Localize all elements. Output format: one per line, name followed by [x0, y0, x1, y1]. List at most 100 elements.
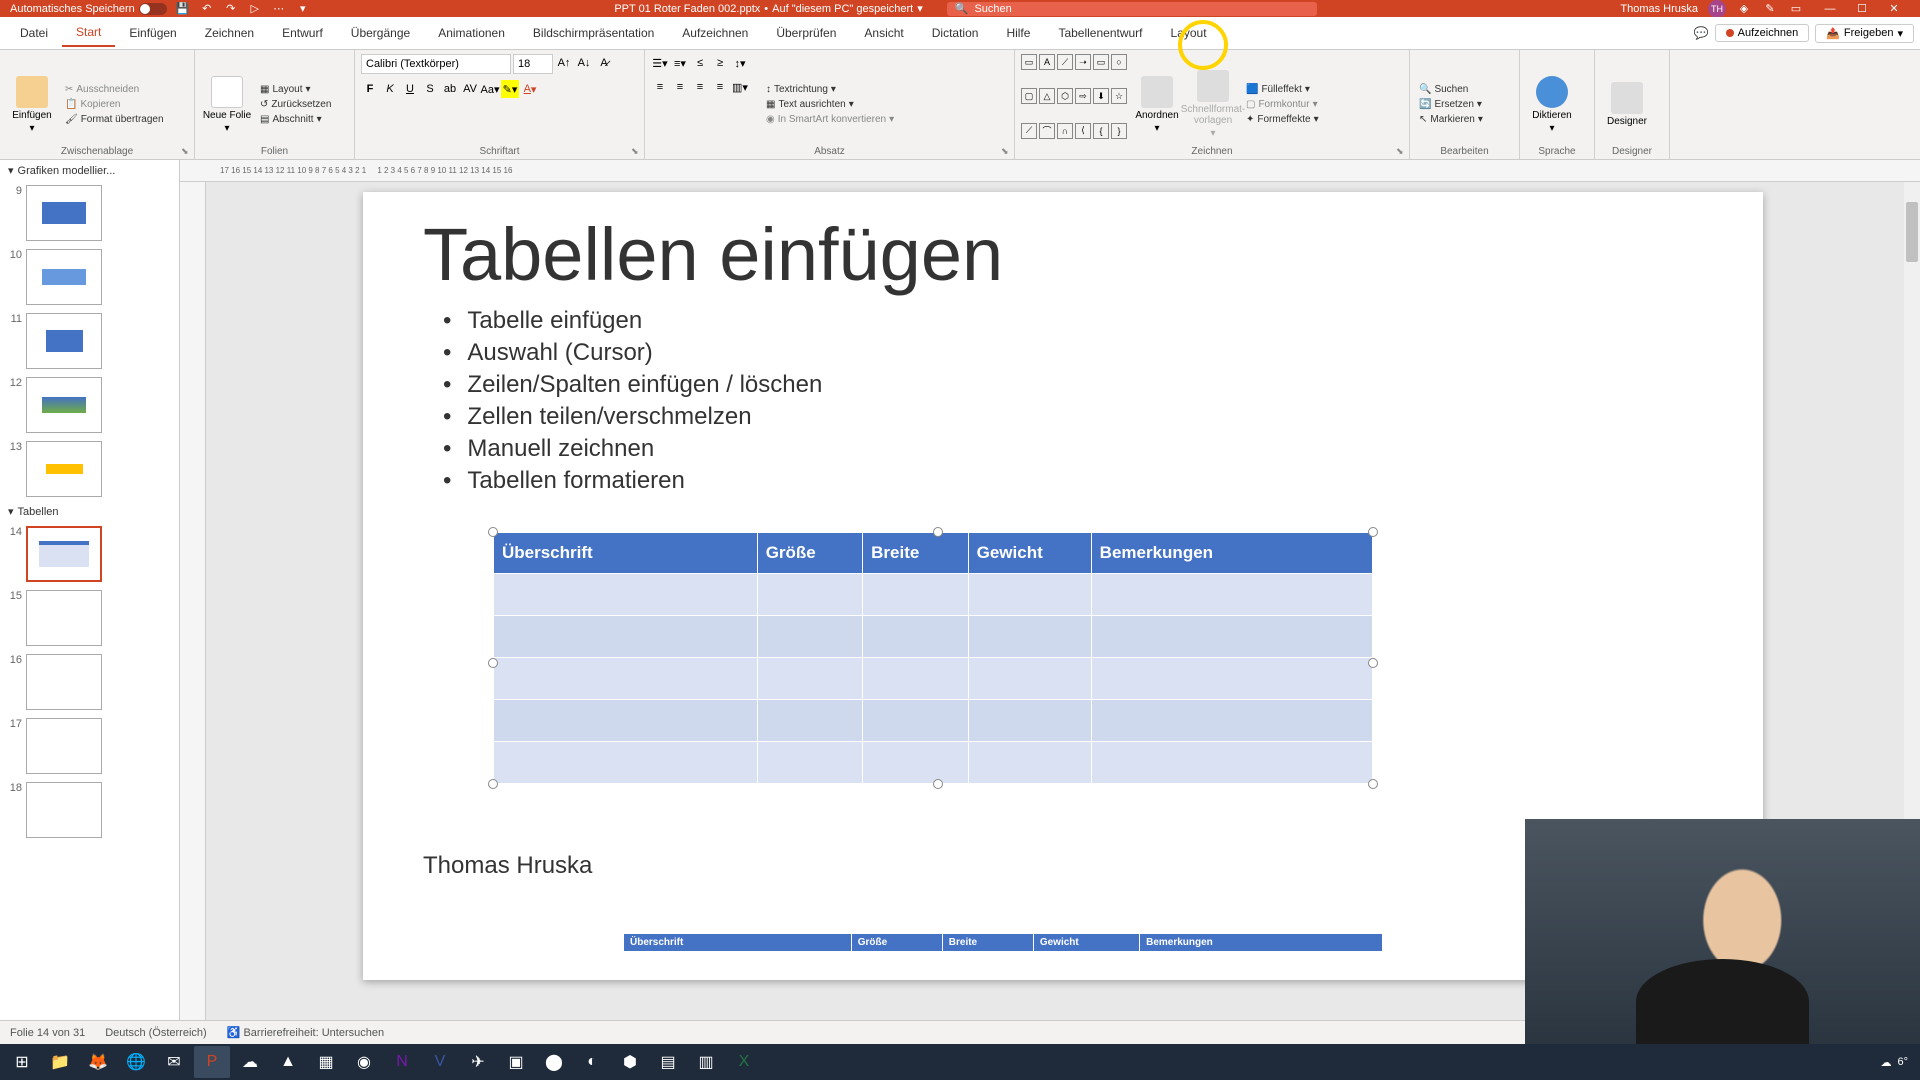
section-tabellen[interactable]: Tabellen: [0, 501, 179, 522]
slide-counter[interactable]: Folie 14 von 31: [10, 1027, 85, 1039]
undo-icon[interactable]: ↶: [199, 1, 215, 17]
qat-customize-icon[interactable]: ▾: [295, 1, 311, 17]
share-button[interactable]: 📤Freigeben▾: [1815, 24, 1914, 43]
visio-icon[interactable]: V: [422, 1046, 458, 1078]
app-icon-4[interactable]: ▣: [498, 1046, 534, 1078]
arrange-button[interactable]: Anordnen▾: [1131, 54, 1183, 155]
numbering-icon[interactable]: ≡▾: [671, 54, 689, 72]
horizontal-ruler[interactable]: 17 16 15 14 13 12 11 10 9 8 7 6 5 4 3 2 …: [180, 160, 1920, 182]
font-size-select[interactable]: [513, 54, 553, 74]
drawing-launcher-icon[interactable]: ⬊: [1396, 146, 1406, 156]
fill-button[interactable]: 🟦 Fülleffekt ▾: [1243, 83, 1322, 96]
copy-button[interactable]: 📋 Kopieren: [62, 98, 167, 111]
app-icon-7[interactable]: ▤: [650, 1046, 686, 1078]
tab-uberprufen[interactable]: Überprüfen: [762, 20, 850, 46]
autosave-toggle[interactable]: Automatisches Speichern: [10, 3, 167, 15]
select-button[interactable]: ↖ Markieren ▾: [1416, 113, 1486, 126]
window-icon[interactable]: ▭: [1788, 1, 1804, 17]
columns-icon[interactable]: ▥▾: [731, 78, 749, 96]
thumb-15[interactable]: [26, 590, 102, 646]
char-spacing-icon[interactable]: AV: [461, 80, 479, 98]
clear-format-icon[interactable]: A̷: [595, 54, 613, 72]
italic-icon[interactable]: K: [381, 80, 399, 98]
vertical-ruler[interactable]: [180, 182, 206, 1020]
user-name[interactable]: Thomas Hruska: [1620, 3, 1698, 15]
accessibility-status[interactable]: ♿ Barrierefreiheit: Untersuchen: [227, 1026, 384, 1039]
text-direction-button[interactable]: ↕ Textrichtung ▾: [763, 83, 897, 96]
replace-button[interactable]: 🔄 Ersetzen ▾: [1416, 98, 1486, 111]
font-color-icon[interactable]: A▾: [521, 80, 539, 98]
tab-ubergange[interactable]: Übergänge: [337, 20, 424, 46]
telegram-icon[interactable]: ✈: [460, 1046, 496, 1078]
app-icon-3[interactable]: ◉: [346, 1046, 382, 1078]
thumb-16[interactable]: [26, 654, 102, 710]
comments-icon[interactable]: 💬: [1694, 26, 1709, 40]
thumb-13[interactable]: [26, 441, 102, 497]
thumb-17[interactable]: [26, 718, 102, 774]
format-painter-button[interactable]: 🖌 Format übertragen: [62, 113, 167, 126]
font-launcher-icon[interactable]: ⬊: [631, 146, 641, 156]
tab-aufzeichnen[interactable]: Aufzeichnen: [668, 20, 762, 46]
tab-entwurf[interactable]: Entwurf: [268, 20, 337, 46]
increase-indent-icon[interactable]: ≥: [711, 54, 729, 72]
align-left-icon[interactable]: ≡: [651, 78, 669, 96]
slide-table[interactable]: Überschrift Größe Breite Gewicht Bemerku…: [493, 532, 1373, 784]
app-icon-8[interactable]: ▥: [688, 1046, 724, 1078]
cut-button[interactable]: ✂ Ausschneiden: [62, 83, 167, 96]
bullets-icon[interactable]: ☰▾: [651, 54, 669, 72]
bold-icon[interactable]: F: [361, 80, 379, 98]
explorer-icon[interactable]: 📁: [42, 1046, 78, 1078]
dictate-button[interactable]: Diktieren▾: [1526, 54, 1578, 155]
temperature[interactable]: 6°: [1897, 1056, 1908, 1068]
tab-animationen[interactable]: Animationen: [424, 20, 519, 46]
paste-button[interactable]: Einfügen▾: [6, 54, 58, 155]
tab-ansicht[interactable]: Ansicht: [850, 20, 917, 46]
chrome-icon[interactable]: 🌐: [118, 1046, 154, 1078]
language-status[interactable]: Deutsch (Österreich): [105, 1027, 206, 1039]
record-button[interactable]: Aufzeichnen: [1715, 24, 1810, 42]
app-icon-2[interactable]: ▦: [308, 1046, 344, 1078]
justify-icon[interactable]: ≡: [711, 78, 729, 96]
shadow-icon[interactable]: S: [421, 80, 439, 98]
thumb-10[interactable]: [26, 249, 102, 305]
align-center-icon[interactable]: ≡: [671, 78, 689, 96]
align-right-icon[interactable]: ≡: [691, 78, 709, 96]
onenote-icon[interactable]: N: [384, 1046, 420, 1078]
smartart-button[interactable]: ◉ In SmartArt konvertieren ▾: [763, 113, 897, 126]
strikethrough-icon[interactable]: ab: [441, 80, 459, 98]
excel-icon[interactable]: X: [726, 1046, 762, 1078]
weather-icon[interactable]: ☁: [1880, 1056, 1891, 1069]
thumb-9[interactable]: [26, 185, 102, 241]
decrease-indent-icon[interactable]: ≤: [691, 54, 709, 72]
reset-button[interactable]: ↺ Zurücksetzen: [257, 98, 334, 111]
diamond-icon[interactable]: ◈: [1736, 1, 1752, 17]
tab-start[interactable]: Start: [62, 19, 115, 47]
save-icon[interactable]: 💾: [175, 1, 191, 17]
underline-icon[interactable]: U: [401, 80, 419, 98]
align-text-button[interactable]: ▦ Text ausrichten ▾: [763, 98, 897, 111]
tab-dictation[interactable]: Dictation: [918, 20, 993, 46]
slide-panel[interactable]: Grafiken modellier... 9 10 11 12 13 Tabe…: [0, 160, 180, 1020]
app-icon-1[interactable]: ☁: [232, 1046, 268, 1078]
effects-button[interactable]: ✦ Formeffekte ▾: [1243, 113, 1322, 126]
section-button[interactable]: ▤ Abschnitt ▾: [257, 113, 334, 126]
minimize-button[interactable]: —: [1814, 0, 1846, 17]
tab-datei[interactable]: Datei: [6, 20, 62, 46]
find-button[interactable]: 🔍 Suchen: [1416, 83, 1486, 96]
thumb-18[interactable]: [26, 782, 102, 838]
highlight-icon[interactable]: ✎▾: [501, 80, 519, 98]
start-icon[interactable]: ⊞: [4, 1046, 40, 1078]
thumb-11[interactable]: [26, 313, 102, 369]
outline-button[interactable]: ▢ Formkontur ▾: [1243, 98, 1322, 111]
line-spacing-icon[interactable]: ↕▾: [731, 54, 749, 72]
tab-zeichnen[interactable]: Zeichnen: [191, 20, 268, 46]
outlook-icon[interactable]: ✉: [156, 1046, 192, 1078]
tab-hilfe[interactable]: Hilfe: [992, 20, 1044, 46]
new-slide-button[interactable]: Neue Folie▾: [201, 54, 253, 155]
author-text[interactable]: Thomas Hruska: [423, 852, 592, 880]
app-icon-5[interactable]: ◐: [574, 1046, 610, 1078]
maximize-button[interactable]: ☐: [1846, 0, 1878, 17]
font-family-select[interactable]: [361, 54, 511, 74]
user-avatar[interactable]: TH: [1708, 0, 1726, 18]
tab-tabellenentwurf[interactable]: Tabellenentwurf: [1044, 20, 1156, 46]
